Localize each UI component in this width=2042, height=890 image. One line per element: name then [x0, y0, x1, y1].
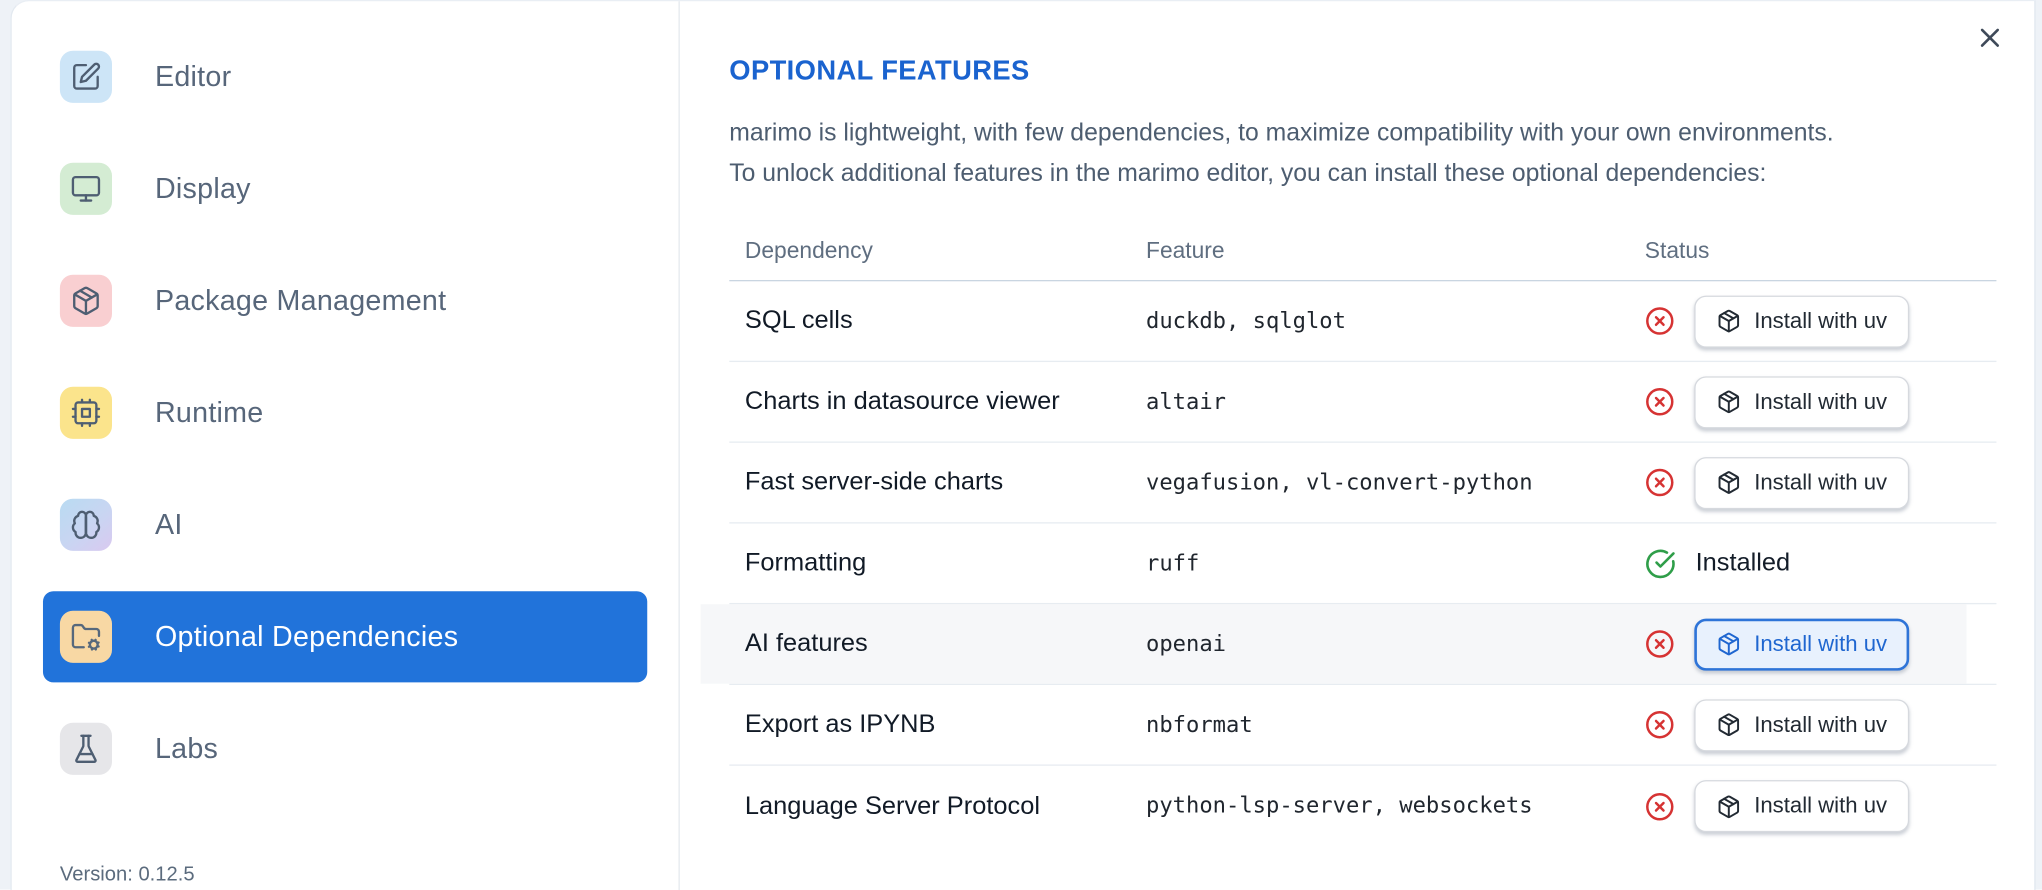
- dependency-cell: Fast server-side charts: [744, 467, 1004, 497]
- install-button-label: Install with uv: [1754, 793, 1888, 818]
- install-button-label: Install with uv: [1754, 388, 1888, 414]
- package-icon: [59, 274, 112, 327]
- install-with-uv-button[interactable]: Install with uv: [1694, 698, 1910, 751]
- features-table: Dependency Feature Status SQL cells duck…: [700, 221, 1997, 847]
- feature-cell: nbformat: [1146, 711, 1253, 738]
- page-description: marimo is lightweight, with few dependen…: [729, 113, 1996, 194]
- status-cell: Install with uv: [1645, 780, 1997, 833]
- install-with-uv-button[interactable]: Install with uv: [1694, 456, 1910, 509]
- column-header-feature: Feature: [1146, 237, 1225, 264]
- circle-x-icon: [1645, 387, 1675, 417]
- page-description-line-2: To unlock additional features in the mar…: [729, 160, 1767, 188]
- table-row: Formatting ruff Installed: [729, 524, 1997, 605]
- table-header: Dependency Feature Status: [729, 221, 1997, 282]
- package-icon: [1716, 309, 1741, 334]
- install-button-label: Install with uv: [1754, 711, 1888, 737]
- sidebar-nav: Editor Display Package Management Runtim…: [12, 1, 679, 794]
- page-title: OPTIONAL FEATURES: [729, 55, 1030, 86]
- install-with-uv-button[interactable]: Install with uv: [1694, 780, 1910, 833]
- circle-x-icon: [1645, 710, 1675, 740]
- close-button[interactable]: [1970, 20, 2009, 59]
- install-with-uv-button[interactable]: Install with uv: [1694, 617, 1910, 671]
- sidebar-item-label: Display: [154, 171, 251, 205]
- sidebar-item-label: Editor: [154, 59, 232, 93]
- table-row: AI features openai Install with uv: [700, 604, 1997, 686]
- dependency-cell: Language Server Protocol: [744, 791, 1040, 820]
- sidebar-item-optional-dependencies[interactable]: Optional Dependencies: [42, 591, 648, 683]
- dependency-cell: SQL cells: [744, 306, 853, 335]
- circle-x-icon: [1645, 468, 1675, 498]
- package-icon: [1716, 712, 1741, 737]
- sidebar-item-label: AI: [154, 507, 183, 541]
- install-button-label: Install with uv: [1754, 469, 1888, 495]
- sidebar: Editor Display Package Management Runtim…: [12, 1, 680, 890]
- status-cell: Install with uv: [1645, 456, 1997, 509]
- sidebar-item-labs[interactable]: Labs: [43, 703, 647, 794]
- installed-label: Installed: [1695, 548, 1791, 577]
- status-cell: Install with uv: [1645, 294, 1997, 348]
- install-with-uv-button[interactable]: Install with uv: [1694, 375, 1910, 428]
- table-row: Fast server-side charts vegafusion, vl-c…: [729, 443, 1997, 524]
- column-header-dependency: Dependency: [744, 237, 873, 264]
- feature-cell: python-lsp-server, websockets: [1146, 793, 1533, 820]
- status-cell: Install with uv: [1645, 375, 1997, 428]
- brain-icon: [59, 498, 112, 551]
- install-button-label: Install with uv: [1754, 630, 1888, 656]
- dependency-cell: Formatting: [744, 548, 867, 577]
- sidebar-item-display[interactable]: Display: [43, 143, 647, 234]
- sidebar-item-runtime[interactable]: Runtime: [43, 367, 647, 458]
- version-label: Version: 0.12.5: [59, 863, 195, 886]
- sidebar-item-ai[interactable]: AI: [43, 479, 647, 570]
- column-header-status: Status: [1644, 237, 1710, 264]
- sidebar-item-label: Labs: [154, 731, 219, 765]
- package-icon: [1716, 470, 1741, 495]
- sidebar-item-package-management[interactable]: Package Management: [43, 255, 647, 346]
- cpu-icon: [59, 386, 112, 439]
- close-icon: [1974, 21, 2005, 56]
- package-icon: [1716, 794, 1741, 819]
- install-with-uv-button[interactable]: Install with uv: [1694, 294, 1910, 348]
- install-button-label: Install with uv: [1754, 307, 1888, 333]
- dependency-cell: Export as IPYNB: [744, 709, 936, 739]
- table-row: Charts in datasource viewer altair Insta…: [729, 362, 1997, 443]
- circle-x-icon: [1645, 306, 1675, 336]
- folder-cog-icon: [59, 610, 112, 663]
- pencil-square-icon: [59, 50, 112, 103]
- feature-cell: altair: [1146, 388, 1227, 415]
- table-row: Export as IPYNB nbformat Install with uv: [729, 685, 1997, 766]
- sidebar-item-label: Runtime: [154, 395, 264, 429]
- dependency-cell: Charts in datasource viewer: [744, 386, 1060, 416]
- feature-cell: duckdb, sqlglot: [1146, 307, 1346, 335]
- flask-icon: [59, 722, 112, 775]
- screen: Editor Display Package Management Runtim…: [0, 0, 2042, 890]
- circle-check-icon: [1645, 548, 1676, 579]
- sidebar-item-label: Package Management: [154, 283, 447, 317]
- feature-cell: vegafusion, vl-convert-python: [1146, 469, 1533, 496]
- circle-x-icon: [1645, 791, 1675, 821]
- feature-cell: ruff: [1146, 550, 1200, 577]
- dependency-cell: AI features: [744, 629, 868, 658]
- settings-dialog: Editor Display Package Management Runtim…: [10, 0, 2036, 890]
- page-description-line-1: marimo is lightweight, with few dependen…: [729, 119, 1834, 148]
- status-cell: Install with uv: [1645, 698, 1997, 751]
- sidebar-item-editor[interactable]: Editor: [43, 31, 647, 122]
- status-cell: Installed: [1645, 548, 1997, 579]
- package-icon: [1716, 632, 1741, 657]
- status-cell: Install with uv: [1645, 617, 1997, 671]
- monitor-icon: [59, 162, 112, 215]
- table-row: Language Server Protocol python-lsp-serv…: [729, 766, 1996, 847]
- optional-features-panel: OPTIONAL FEATURES marimo is lightweight,…: [680, 1, 2042, 890]
- circle-x-icon: [1645, 629, 1675, 659]
- feature-cell: openai: [1146, 630, 1227, 658]
- sidebar-item-label: Optional Dependencies: [154, 619, 459, 653]
- package-icon: [1716, 389, 1741, 414]
- table-row: SQL cells duckdb, sqlglot Install with u…: [729, 281, 1997, 363]
